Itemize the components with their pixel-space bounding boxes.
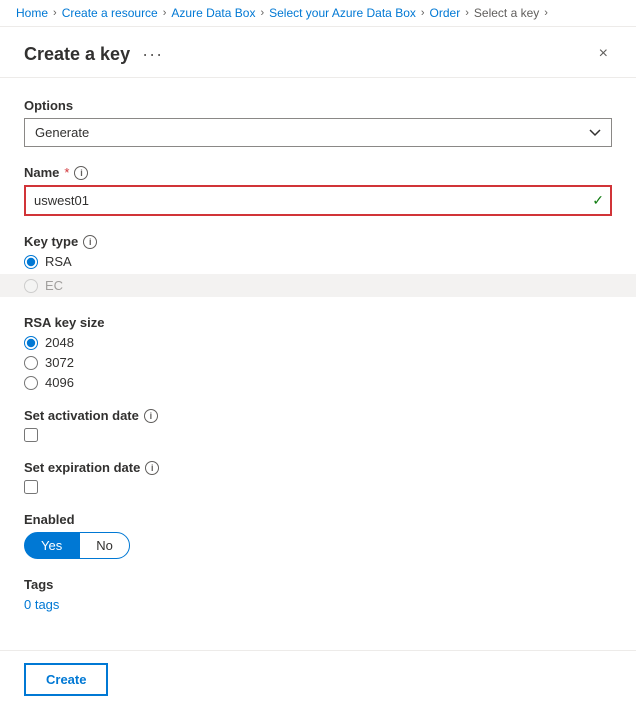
panel-body: Options Generate Name * i ✓ xyxy=(0,78,636,650)
panel: Create a key ··· × Options Generate Name… xyxy=(0,27,636,708)
create-button[interactable]: Create xyxy=(24,663,108,696)
rsa-radio[interactable] xyxy=(24,255,38,269)
name-label-row: Name * i xyxy=(24,165,612,180)
rsa-2048-radio[interactable] xyxy=(24,336,38,350)
tags-group: Tags 0 tags xyxy=(24,577,612,612)
enabled-label: Enabled xyxy=(24,512,612,527)
expiration-label-row: Set expiration date i xyxy=(24,460,612,475)
rsa-3072-radio[interactable] xyxy=(24,356,38,370)
key-type-info-icon[interactable]: i xyxy=(83,235,97,249)
key-type-label-row: Key type i xyxy=(24,234,612,249)
breadcrumb-sep-5: › xyxy=(465,7,469,19)
name-group: Name * i ✓ xyxy=(24,165,612,216)
rsa-3072-label[interactable]: 3072 xyxy=(24,355,612,370)
activation-checkbox-label[interactable] xyxy=(24,428,612,442)
breadcrumb-sep-4: › xyxy=(421,7,425,19)
options-group: Options Generate xyxy=(24,98,612,147)
panel-menu-button[interactable]: ··· xyxy=(138,42,167,67)
name-info-icon[interactable]: i xyxy=(74,166,88,180)
breadcrumb-order[interactable]: Order xyxy=(430,6,461,20)
panel-title-area: Create a key ··· xyxy=(24,42,167,67)
expiration-date-group: Set expiration date i xyxy=(24,460,612,494)
breadcrumb-create-resource[interactable]: Create a resource xyxy=(62,6,158,20)
name-input[interactable] xyxy=(24,185,612,216)
activation-checkbox[interactable] xyxy=(24,428,38,442)
key-type-group: Key type i RSA EC xyxy=(24,234,612,297)
tags-label: Tags xyxy=(24,577,612,592)
rsa-label-text: RSA xyxy=(45,254,72,269)
options-label: Options xyxy=(24,98,612,113)
expiration-checkbox[interactable] xyxy=(24,480,38,494)
close-icon: × xyxy=(599,45,608,63)
expiration-checkbox-label[interactable] xyxy=(24,480,612,494)
page-container: Home › Create a resource › Azure Data Bo… xyxy=(0,0,636,708)
ec-row: EC xyxy=(0,274,636,297)
rsa-2048-label[interactable]: 2048 xyxy=(24,335,612,350)
breadcrumb-sep-6: › xyxy=(544,7,548,19)
name-label: Name xyxy=(24,165,59,180)
rsa-4096-text: 4096 xyxy=(45,375,74,390)
rsa-2048-text: 2048 xyxy=(45,335,74,350)
rsa-radio-label[interactable]: RSA xyxy=(24,254,612,269)
breadcrumb: Home › Create a resource › Azure Data Bo… xyxy=(0,0,636,27)
breadcrumb-sep-3: › xyxy=(260,7,264,19)
breadcrumb-azure-data-box[interactable]: Azure Data Box xyxy=(171,6,255,20)
activation-label-row: Set activation date i xyxy=(24,408,612,423)
name-check-icon: ✓ xyxy=(592,192,604,209)
rsa-4096-label[interactable]: 4096 xyxy=(24,375,612,390)
breadcrumb-sep-2: › xyxy=(163,7,167,19)
rsa-3072-text: 3072 xyxy=(45,355,74,370)
rsa-4096-radio[interactable] xyxy=(24,376,38,390)
breadcrumb-select-data-box[interactable]: Select your Azure Data Box xyxy=(269,6,416,20)
yes-toggle-button[interactable]: Yes xyxy=(24,532,79,559)
breadcrumb-current: Select a key xyxy=(474,6,539,20)
enabled-toggle: Yes No xyxy=(24,532,612,559)
panel-header: Create a key ··· × xyxy=(0,27,636,78)
expiration-date-label: Set expiration date xyxy=(24,460,140,475)
close-button[interactable]: × xyxy=(595,41,612,67)
rsa-key-size-radio-group: 2048 3072 4096 xyxy=(24,335,612,390)
no-toggle-button[interactable]: No xyxy=(79,532,130,559)
tags-link[interactable]: 0 tags xyxy=(24,597,59,612)
activation-date-label: Set activation date xyxy=(24,408,139,423)
expiration-info-icon[interactable]: i xyxy=(145,461,159,475)
key-type-label: Key type xyxy=(24,234,78,249)
ec-radio xyxy=(24,279,38,293)
ec-label-text: EC xyxy=(45,278,63,293)
key-type-radio-group: RSA EC xyxy=(24,254,612,297)
options-select[interactable]: Generate xyxy=(24,118,612,147)
activation-date-group: Set activation date i xyxy=(24,408,612,442)
name-required-star: * xyxy=(64,165,69,180)
ec-radio-label[interactable]: EC xyxy=(24,278,612,293)
name-input-wrapper: ✓ xyxy=(24,185,612,216)
activation-info-icon[interactable]: i xyxy=(144,409,158,423)
enabled-group: Enabled Yes No xyxy=(24,512,612,559)
rsa-key-size-group: RSA key size 2048 3072 4096 xyxy=(24,315,612,390)
breadcrumb-sep-1: › xyxy=(53,7,57,19)
breadcrumb-home[interactable]: Home xyxy=(16,6,48,20)
panel-title: Create a key xyxy=(24,44,130,65)
rsa-key-size-label: RSA key size xyxy=(24,315,612,330)
